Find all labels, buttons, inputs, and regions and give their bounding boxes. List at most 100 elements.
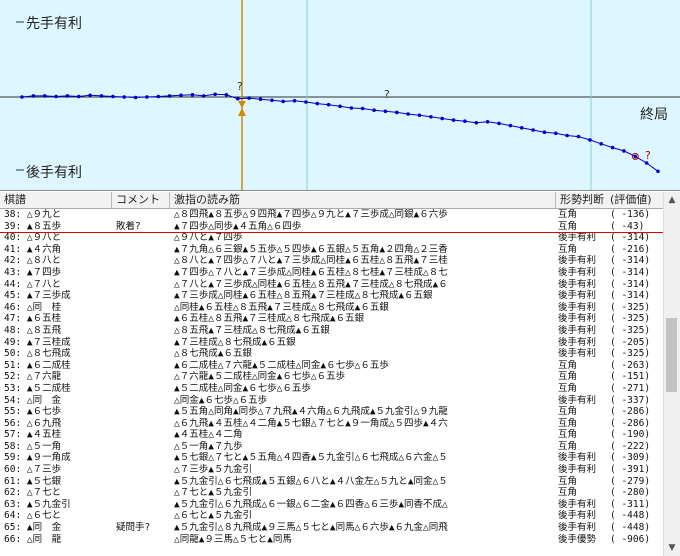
move-cell: 60: △７三歩	[4, 464, 62, 476]
evaluation-point	[372, 108, 376, 112]
column-header-value[interactable]: (評価値)	[608, 192, 664, 208]
kifu-analysis-list[interactable]: 棋譜 コメント 激指の読み筋 形勢判断 (評価値) 38: △９九と △８四飛▲８…	[0, 192, 680, 556]
evaluation-point	[88, 93, 92, 98]
evaluation-point	[633, 154, 638, 159]
judgement-cell: 互角	[558, 371, 578, 383]
gote-advantage-label: 後手有利	[26, 165, 82, 181]
table-row[interactable]: 59: ▲９一角成 ▲５七銀△７七と▲５五角△４四香▲５九金引△６七飛成△６六金△…	[0, 452, 664, 464]
questionable-move-marker[interactable]: ?	[384, 88, 390, 101]
evaluation-point	[111, 94, 115, 99]
table-row[interactable]: 62: △７七と △７七と▲５九金引 互角 ( -280)	[0, 487, 664, 499]
judgement-cell: 後手有利	[558, 394, 597, 406]
table-row[interactable]: 40: △９八と △９八と▲７四歩 後手有利 ( -314)	[0, 232, 664, 244]
evaluation-point	[542, 130, 547, 134]
evaluation-point	[565, 133, 569, 138]
column-header-comment[interactable]: コメント	[112, 192, 170, 208]
table-row[interactable]: 55: ▲６七歩 ▲５五角△同角▲同歩△７九飛▲４六角△６九飛成▲５九金引△９九龍…	[0, 406, 664, 418]
table-row[interactable]: 58: △５一角 △５一角▲７九歩 互角 ( -222)	[0, 441, 664, 453]
table-row[interactable]: 57: ▲４五桂 ▲４五桂△４二角 互角 ( -190)	[0, 429, 664, 441]
scroll-thumb[interactable]	[666, 318, 677, 392]
evaluation-point	[429, 115, 433, 119]
table-row[interactable]: 44: △７八と △７八と▲７三歩成△同桂▲６五桂△８五飛▲７三桂成△８七飛成▲６…	[0, 279, 664, 291]
judgement-cell: 互角	[558, 406, 578, 418]
table-row[interactable]: 47: ▲６五桂 ▲６五桂△８五飛▲７三桂成△８七飛成▲６五銀 後手有利 ( -325…	[0, 313, 664, 325]
judgement-cell: 後手有利	[558, 336, 597, 348]
evaluation-point	[440, 116, 445, 121]
evaluation-point	[554, 131, 558, 136]
table-row[interactable]: 56: △６九飛 △６九飛▲４五桂△４二角▲５七銀△７七と▲９一角成△５四歩▲４六…	[0, 418, 664, 430]
evaluation-point	[42, 94, 47, 98]
table-row[interactable]: 38: △９九と △８四飛▲８五歩△９四飛▲７四歩△９九と▲７三歩成△同銀▲６六歩…	[0, 209, 664, 221]
value-cell: ( -271)	[610, 382, 651, 394]
reading-cell: ▲７四歩△同歩▲４五角△６四歩	[174, 220, 302, 232]
table-row[interactable]: 46: △同 桂 △同桂▲６五桂△８五飛▲７三桂成△８七飛成▲６五銀 後手有利 ( -…	[0, 302, 664, 314]
judgement-cell: 後手有利	[558, 313, 597, 325]
move-cell: 38: △９九と	[4, 209, 62, 220]
judgement-cell: 互角	[558, 359, 578, 371]
table-row[interactable]: 65: ▲同 金 疑問手? ▲５九金引△８九飛成▲９三馬△５七と▲同馬△６六歩▲６九…	[0, 522, 664, 534]
value-cell: ( -151)	[610, 371, 651, 383]
table-row[interactable]: 49: ▲７三桂成 ▲７三桂成△８七飛成▲６五銀 後手有利 ( -205)	[0, 337, 664, 349]
table-row[interactable]: 48: △８五飛 △８五飛▲７三桂成△８七飛成▲６五銀 後手有利 ( -325)	[0, 325, 664, 337]
evaluation-point	[485, 120, 490, 124]
move-cell: 52: △７六龍	[4, 371, 62, 383]
final-move-marker[interactable]: ?	[645, 149, 651, 162]
judgement-cell: 後手有利	[558, 452, 597, 464]
table-row[interactable]: 64: △６七と △６七と▲５九金引 後手有利 ( -448)	[0, 510, 664, 522]
game-end-label: 終局	[640, 107, 668, 123]
value-cell: ( -205)	[610, 336, 651, 348]
move-cell: 46: △同 桂	[4, 301, 62, 313]
table-row[interactable]: 43: ▲７四歩 ▲７四歩△７八と▲７三歩成△同桂▲６五桂△８七桂▲７三桂成△８七…	[0, 267, 664, 279]
reading-cell: ▲５二成桂△同金▲６七歩△６五歩	[174, 382, 311, 394]
cursor-arrow-down-icon	[238, 101, 246, 108]
table-row[interactable]: 45: ▲７三歩成 ▲７三歩成△同桂▲６五桂△８五飛▲７三桂成△８七飛成▲６五銀 後…	[0, 290, 664, 302]
judgement-cell: 互角	[558, 487, 578, 499]
evaluation-point	[315, 101, 320, 106]
move-cell: 50: △８七飛成	[4, 348, 71, 360]
judgement-cell: 後手有利	[558, 278, 597, 290]
evaluation-point	[610, 145, 615, 150]
move-cell: 47: ▲６五桂	[4, 313, 62, 325]
reading-cell: △８八と▲７四歩△７八と▲７三歩成△同桂▲６五桂△８五飛▲７三桂	[174, 255, 448, 267]
reading-cell: △６九飛▲４五桂△４二角▲５七銀△７七と▲９一角成△５四歩▲４六	[174, 417, 448, 429]
table-row[interactable]: 42: △８八と △８八と▲７四歩△７八と▲７三歩成△同桂▲６五桂△８五飛▲７三桂…	[0, 255, 664, 267]
table-row[interactable]: 52: △７六龍 △７六龍▲５二成桂△同金▲６七歩△６五歩 互角 ( -151)	[0, 371, 664, 383]
evaluation-point	[31, 94, 36, 98]
move-cell: 49: ▲７三桂成	[4, 336, 71, 348]
scroll-up-icon[interactable]: ▲	[664, 192, 680, 208]
evaluation-graph[interactable]: 先手有利 後手有利 終局 ? ? ?	[0, 0, 680, 191]
column-header-kifu[interactable]: 棋譜	[0, 192, 112, 208]
column-header-reading[interactable]: 激指の読み筋	[170, 192, 556, 208]
reading-cell: ▲６二成桂△７六龍▲５二成桂△同金▲６七歩△６五歩	[174, 359, 389, 371]
table-row[interactable]: 53: ▲５二成桂 ▲５二成桂△同金▲６七歩△６五歩 互角 ( -271)	[0, 383, 664, 395]
judgement-cell: 後手有利	[558, 464, 597, 476]
table-row[interactable]: 41: ▲４六角 ▲７九角△６三銀▲５五歩△５四歩▲６五銀△５五角▲２四角△２三香…	[0, 244, 664, 256]
reading-cell: △７七と▲５九金引	[174, 487, 252, 499]
value-cell: ( -263)	[610, 359, 651, 371]
table-row[interactable]: 63: ▲５九金引 ▲５九金引△６九飛成△６一銀△６二金▲６四香△６三歩▲同香不成…	[0, 499, 664, 511]
value-cell: ( -43)	[610, 220, 645, 232]
table-row[interactable]: 54: △同 金 △同金▲６七歩△６五歩 後手有利 ( -337)	[0, 395, 664, 407]
value-cell: ( -325)	[610, 324, 651, 336]
table-row[interactable]: 51: ▲６二成桂 ▲６二成桂△７六龍▲５二成桂△同金▲６七歩△６五歩 互角 ( -2…	[0, 360, 664, 372]
table-row[interactable]: 66: △同 龍 △同龍▲９三馬△５七と▲同馬 後手優勢 ( -906)	[0, 534, 664, 546]
table-row[interactable]: 61: ▲５七銀 ▲５九金引△６七飛成▲５五銀△６八と▲４八金左△５九と▲同金△５…	[0, 476, 664, 488]
judgement-cell: 互角	[558, 209, 578, 220]
column-header-judgement[interactable]: 形勢判断	[556, 192, 608, 208]
vertical-scrollbar[interactable]: ▲ ▼	[663, 192, 680, 556]
evaluation-point	[383, 109, 388, 114]
questionable-move-marker[interactable]: ?	[237, 80, 243, 93]
evaluation-point	[338, 104, 342, 109]
evaluation-point	[20, 95, 24, 99]
judgement-cell: 後手有利	[558, 266, 597, 278]
table-row[interactable]: 60: △７三歩 △７三歩▲５九金引 後手有利 ( -391)	[0, 464, 664, 476]
table-row[interactable]: 50: △８七飛成 △８七飛成▲６五銀 後手有利 ( -325)	[0, 348, 664, 360]
judgement-cell: 互角	[558, 382, 578, 394]
evaluation-point	[395, 110, 399, 115]
move-cell: 44: △７八と	[4, 278, 62, 290]
list-header: 棋譜 コメント 激指の読み筋 形勢判断 (評価値)	[0, 192, 664, 209]
scroll-down-icon[interactable]: ▼	[664, 540, 680, 556]
evaluation-point	[508, 123, 513, 128]
evaluation-point	[236, 96, 240, 101]
table-row[interactable]: 39: ▲８五歩 敗着? ▲７四歩△同歩▲４五角△６四歩 互角 ( -43)	[0, 221, 664, 233]
